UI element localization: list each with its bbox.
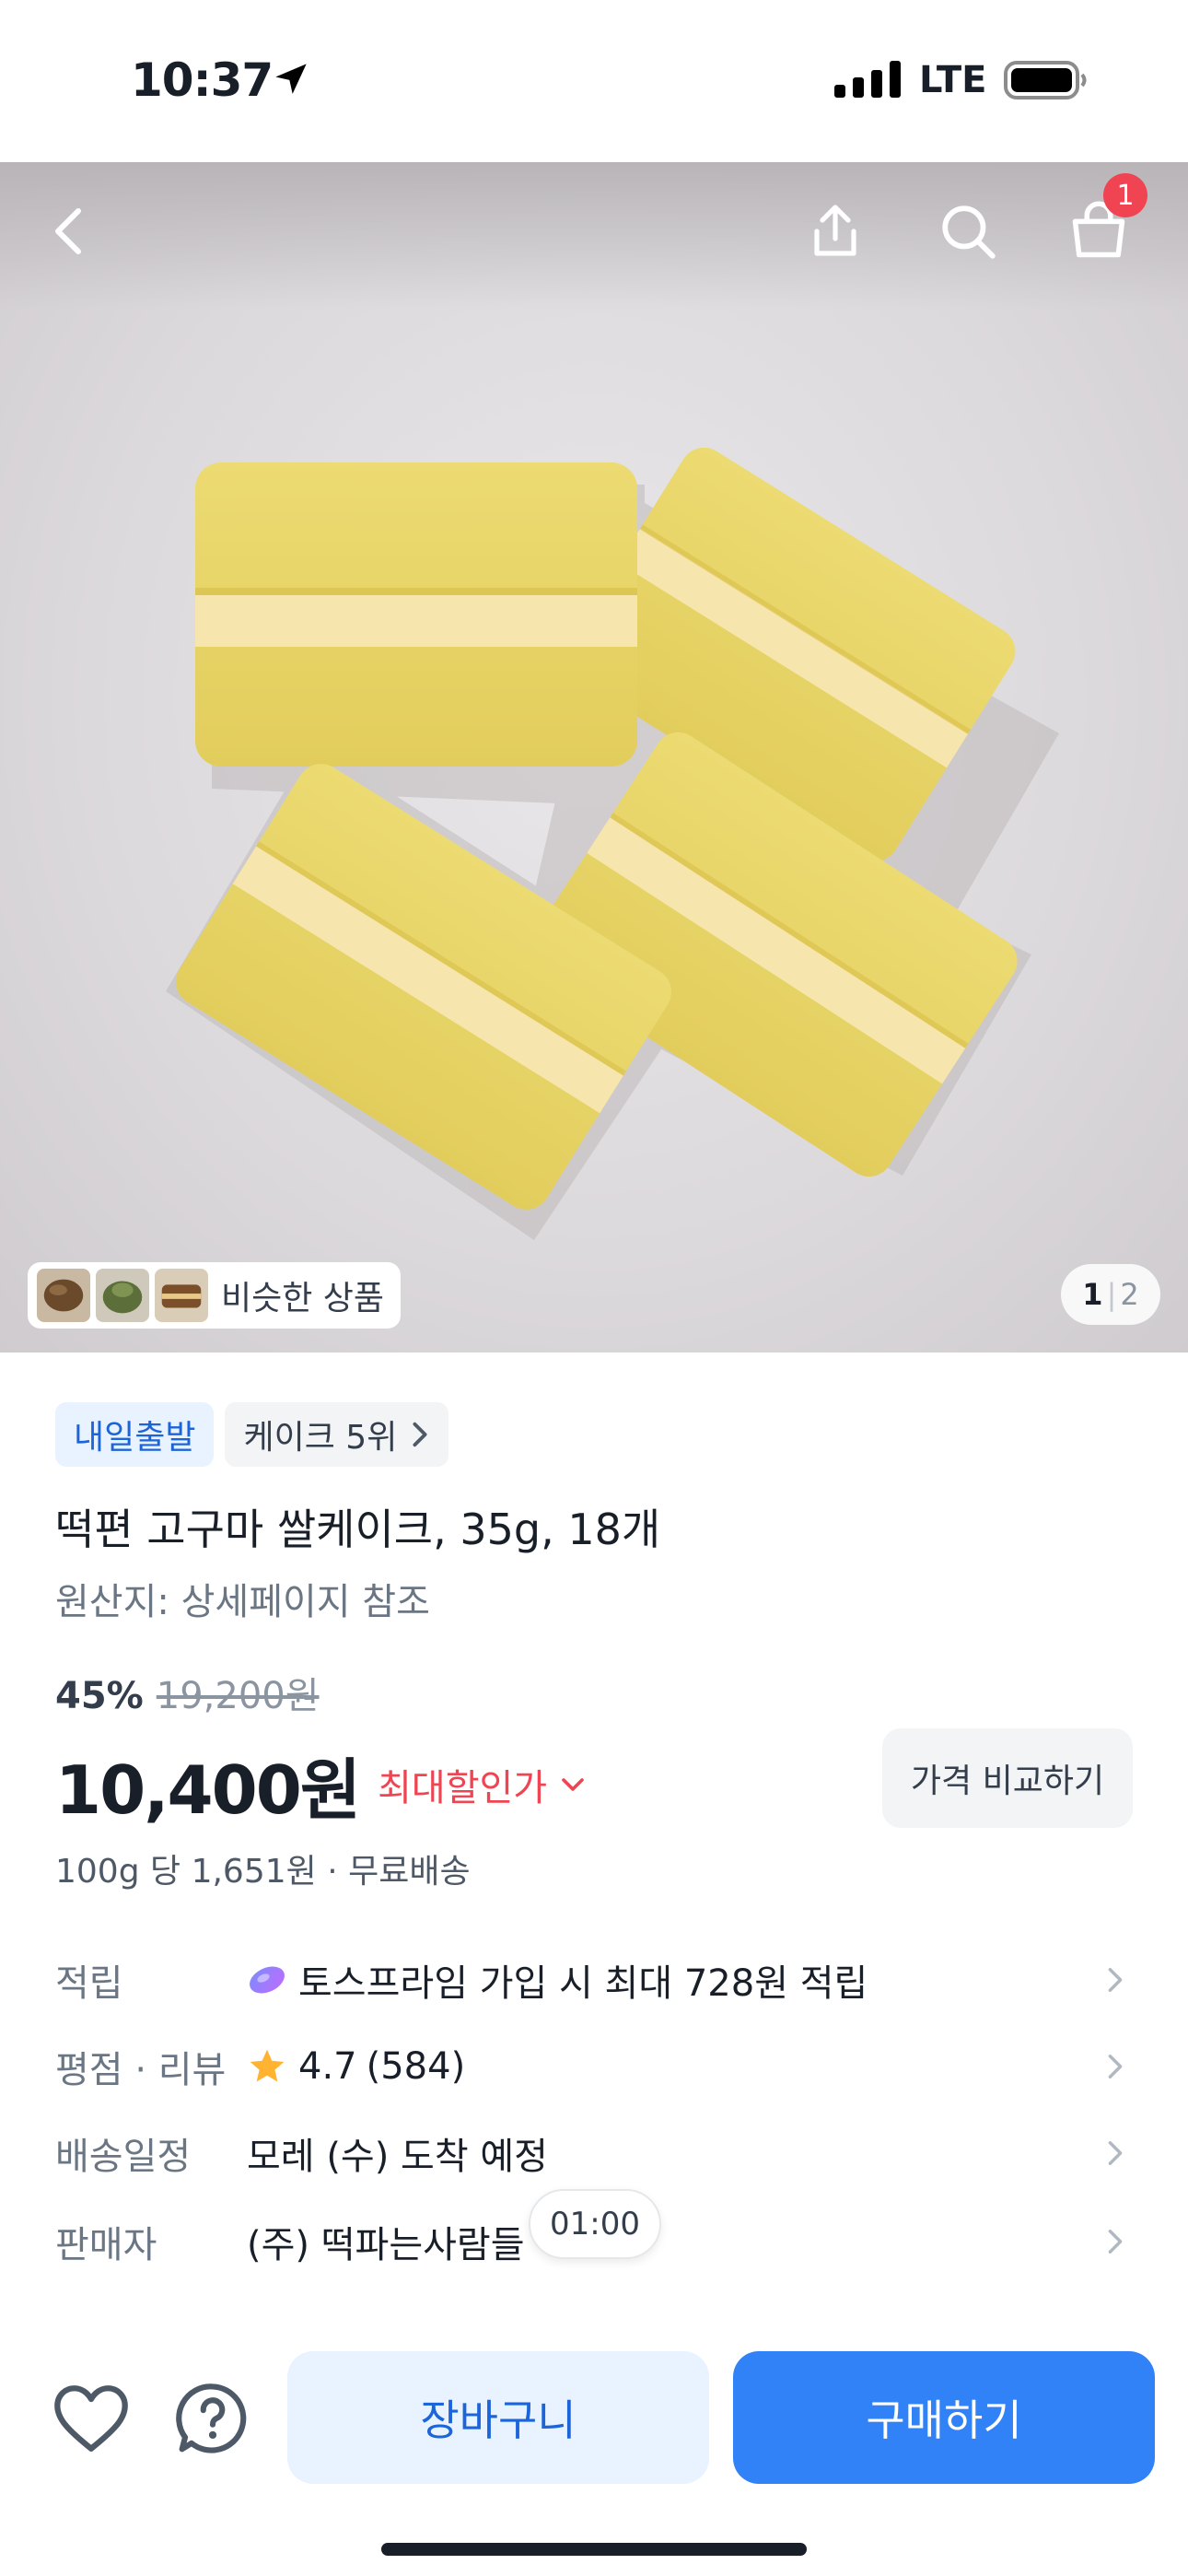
ranking-tag-label: 케이크 5위 [243,1419,398,1457]
back-button[interactable] [28,190,111,273]
status-bar: 10:37 LTE [0,0,1188,162]
image-page-indicator: 1 | 2 [1061,1264,1160,1325]
delivery-value: 모레 (수) 도착 예정 [247,2136,548,2178]
original-price: 19,200원 [156,1675,320,1717]
shipping-tag-label: 내일출발 [74,1419,196,1457]
similar-thumb-2 [96,1269,149,1322]
info-row-delivery[interactable]: 배송일정 모레 (수) 도착 예정 [0,2112,1188,2195]
chevron-right-icon [1108,2055,1123,2078]
recording-timer: 01:00 [529,2189,661,2259]
chevron-down-icon [562,1777,584,1791]
bottom-action-bar: 장바구니 구매하기 [0,2322,1188,2576]
seller-label: 판매자 [55,2224,157,2266]
similar-products-button[interactable]: 비슷한 상품 [28,1262,402,1329]
buy-now-button[interactable]: 구매하기 [733,2351,1155,2484]
search-button[interactable] [926,190,1009,273]
chevron-left-icon [55,208,81,254]
similar-products-label: 비슷한 상품 [221,1280,385,1317]
toss-prime-icon [250,1966,285,1994]
chevron-right-icon [1108,1968,1123,1992]
status-time: 10:37 [131,53,274,107]
rating-value-wrap: 4.7 (584) [247,2045,465,2088]
question-bubble-icon [176,2383,247,2453]
share-icon [814,205,856,256]
max-discount-toggle[interactable]: 최대할인가 [378,1758,547,1811]
seller-value: (주) 떡파는사람들 [247,2224,525,2266]
location-arrow-icon [275,64,307,94]
inquiry-button[interactable] [171,2377,254,2460]
price-compare-button[interactable]: 가격 비교하기 [882,1728,1133,1828]
battery-icon [1004,61,1087,100]
page-separator: | [1106,1277,1117,1312]
points-label: 적립 [55,1962,123,2005]
star-icon [250,2049,285,2082]
page-current: 1 [1082,1277,1103,1312]
chevron-right-icon [1108,2141,1123,2165]
info-row-rating[interactable]: 평점 · 리뷰 4.7 (584) [0,2025,1188,2108]
delivery-label: 배송일정 [55,2136,192,2178]
heart-icon [54,2385,128,2452]
network-type: LTE [919,59,987,101]
wishlist-button[interactable] [50,2377,133,2460]
ranking-tag[interactable]: 케이크 5위 [225,1402,449,1467]
page-total: 2 [1120,1277,1139,1312]
price-row: 10,400원 최대할인가 [55,1736,588,1832]
product-title: 떡편 고구마 쌀케이크, 35g, 18개 [55,1505,661,1554]
similar-thumb-1 [37,1269,90,1322]
hero-top-shade [0,162,1188,310]
discount-row: 45% 19,200원 [55,1666,320,1719]
product-tags: 내일출발 케이크 5위 [55,1402,449,1467]
shipping-tag: 내일출발 [55,1402,215,1467]
product-origin: 원산지: 상세페이지 참조 [55,1581,430,1623]
rating-score: 4.7 [298,2045,357,2088]
info-row-points[interactable]: 적립 토스프라임 가입 시 최대 728원 적립 [0,1938,1188,2021]
similar-thumb-3 [155,1269,208,1322]
add-to-cart-button[interactable]: 장바구니 [287,2351,709,2484]
search-icon [942,205,996,259]
sale-price: 10,400원 [55,1751,361,1829]
rating-label: 평점 · 리뷰 [55,2049,227,2091]
discount-rate: 45% [55,1675,144,1717]
chevron-right-icon [1108,2230,1123,2254]
cart-count-badge: 1 [1103,173,1147,217]
points-value: 토스프라임 가입 시 최대 728원 적립 [298,1962,868,2005]
cellular-signal-icon [834,61,901,98]
home-indicator[interactable] [381,2543,807,2556]
points-value-wrap: 토스프라임 가입 시 최대 728원 적립 [247,1953,868,2007]
chevron-right-icon [413,1422,427,1447]
product-photo [166,447,1059,1240]
review-count: (584) [366,2045,466,2088]
unit-price-shipping: 100g 당 1,651원 · 무료배송 [55,1853,471,1891]
product-image-carousel[interactable]: 1 비슷한 상품 1 | 2 [0,162,1188,1352]
share-button[interactable] [794,190,877,273]
